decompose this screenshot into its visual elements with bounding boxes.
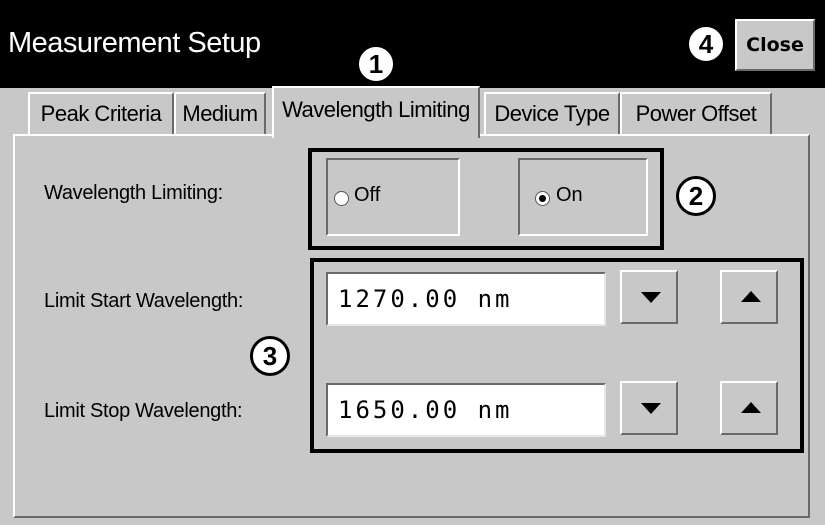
wavelength-limiting-label: Wavelength Limiting:: [44, 182, 223, 204]
tab-medium[interactable]: Medium: [174, 92, 266, 135]
callout-3: 3: [250, 336, 290, 376]
limit-stop-wavelength-label: Limit Stop Wavelength:: [44, 400, 243, 422]
window-title: Measurement Setup: [8, 27, 261, 59]
callout-1: 1: [356, 44, 396, 84]
limit-start-wavelength-label: Limit Start Wavelength:: [44, 290, 244, 312]
tab-device-type[interactable]: Device Type: [484, 92, 620, 135]
measurement-setup-window: Measurement Setup Close Peak Criteria Me…: [0, 0, 825, 525]
callout-box-3: [310, 258, 804, 453]
callout-box-2: [308, 148, 664, 250]
tab-wavelength-limiting[interactable]: Wavelength Limiting: [272, 86, 480, 138]
tab-power-offset[interactable]: Power Offset: [620, 92, 772, 135]
tab-peak-criteria[interactable]: Peak Criteria: [28, 92, 174, 135]
callout-4: 4: [686, 24, 726, 64]
close-button[interactable]: Close: [735, 19, 815, 71]
callout-2: 2: [676, 176, 716, 216]
